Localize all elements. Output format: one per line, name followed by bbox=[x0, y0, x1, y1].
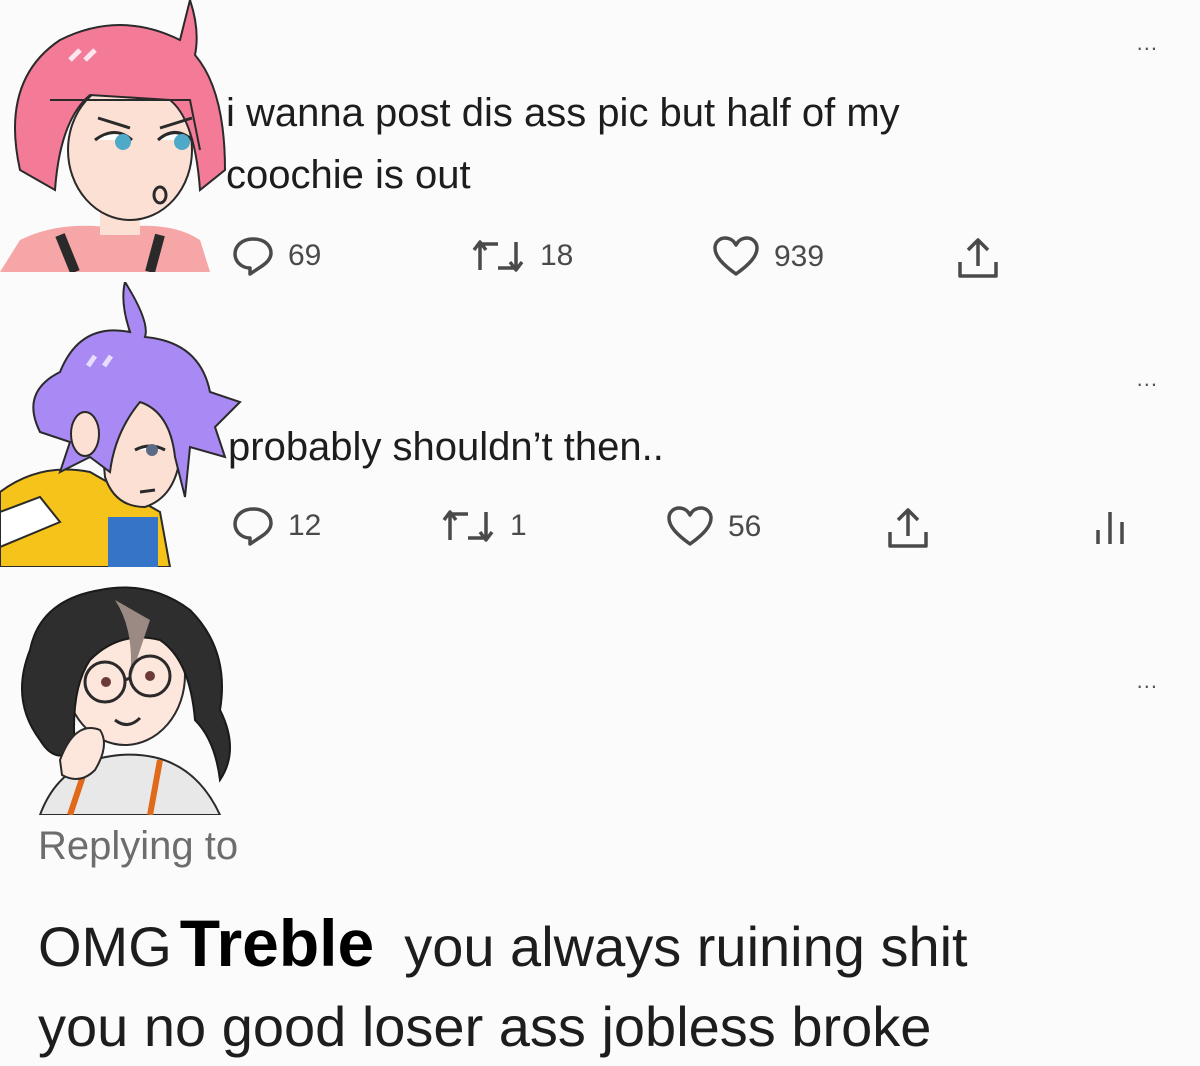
tweet-text-line: coochie is out bbox=[226, 153, 471, 197]
reply-suffix: you always ruining shit bbox=[404, 915, 968, 978]
analytics-icon bbox=[1096, 512, 1124, 544]
tweet-text-line: probably shouldn’t then.. bbox=[228, 425, 664, 469]
mention-name[interactable]: Treble bbox=[180, 906, 374, 980]
retweet-count: 1 bbox=[510, 509, 527, 542]
pink-hair-avatar[interactable] bbox=[0, 0, 230, 272]
like-count: 56 bbox=[728, 510, 762, 543]
reply-count: 12 bbox=[288, 509, 322, 542]
analytics-button[interactable] bbox=[1090, 506, 1130, 546]
reply-text-line-2: you no good loser ass jobless broke bbox=[38, 995, 932, 1058]
retweet-icon bbox=[472, 240, 524, 272]
retweet-count: 18 bbox=[540, 239, 574, 272]
reply-button[interactable]: 12 bbox=[232, 506, 321, 546]
like-icon bbox=[713, 236, 759, 276]
tweet-actions: 69 18 939 bbox=[0, 236, 1200, 278]
tweet-2[interactable]: ... probably shouldn’t then.. 12 1 56 bbox=[0, 282, 1200, 580]
share-button[interactable] bbox=[956, 236, 1000, 280]
reply-button[interactable]: 69 bbox=[232, 236, 321, 276]
dark-hair-avatar[interactable] bbox=[0, 570, 270, 815]
reply-text: OMG Treble you always ruining shit bbox=[38, 904, 968, 986]
retweet-button[interactable]: 1 bbox=[440, 506, 527, 546]
tweet-1[interactable]: ... i wanna post dis ass pic but half of… bbox=[0, 0, 1200, 290]
tweet-actions: 12 1 56 bbox=[0, 506, 1200, 548]
like-icon bbox=[667, 506, 713, 546]
like-button[interactable]: 939 bbox=[712, 236, 824, 278]
reply-icon bbox=[233, 237, 273, 276]
like-button[interactable]: 56 bbox=[666, 506, 761, 548]
retweet-button[interactable]: 18 bbox=[470, 236, 573, 276]
more-icon[interactable]: ... bbox=[1137, 668, 1158, 694]
replying-to-label: Replying to bbox=[38, 824, 239, 868]
share-icon bbox=[888, 508, 928, 548]
share-icon bbox=[958, 238, 998, 278]
tweet-3[interactable]: ... Replying to OMG Treble you always ruin… bbox=[0, 580, 1200, 1058]
tweet-text-line: i wanna post dis ass pic but half of my bbox=[226, 91, 900, 135]
reply-count: 69 bbox=[288, 239, 322, 272]
share-button[interactable] bbox=[886, 506, 930, 550]
tweet-text: i wanna post dis ass pic but half of my … bbox=[226, 82, 900, 206]
reply-icon bbox=[233, 507, 273, 546]
more-icon[interactable]: ... bbox=[1137, 30, 1158, 56]
more-icon[interactable]: ... bbox=[1137, 366, 1158, 392]
reply-prefix: OMG bbox=[38, 915, 172, 978]
tweet-text: probably shouldn’t then.. bbox=[228, 416, 664, 478]
like-count: 939 bbox=[774, 240, 825, 273]
retweet-icon bbox=[442, 510, 494, 542]
